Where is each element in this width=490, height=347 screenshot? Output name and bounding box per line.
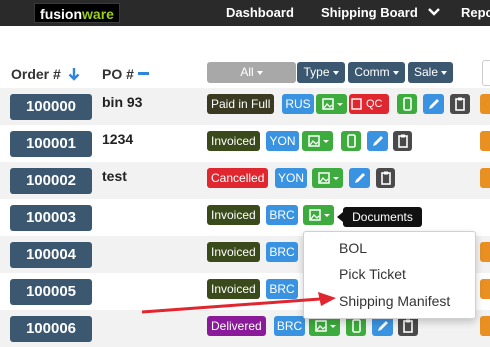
mobile-button[interactable] (397, 94, 417, 114)
clipboard-button[interactable] (398, 316, 418, 336)
order-number-badge[interactable]: 100000 (10, 94, 92, 120)
more-button[interactable] (480, 131, 490, 151)
sort-none-icon[interactable] (138, 72, 149, 75)
edit-button[interactable] (349, 168, 370, 188)
image-icon (318, 172, 339, 184)
mobile-icon (403, 97, 412, 111)
more-button[interactable] (480, 242, 490, 262)
image-icon (322, 98, 343, 110)
clipboard-button[interactable] (393, 131, 412, 151)
more-button[interactable] (480, 279, 490, 299)
order-number-badge[interactable]: 100005 (10, 279, 92, 305)
filter-all-label: All (240, 65, 254, 79)
customer-tag[interactable]: YON (275, 168, 307, 188)
menu-item-pick-ticket[interactable]: Pick Ticket (339, 266, 406, 282)
status-badge: Paid in Full (207, 94, 275, 114)
table-row: 100000 bin 93 Paid in Full RUS QC (0, 88, 490, 125)
status-badge: Cancelled (207, 168, 269, 188)
app-logo[interactable]: fusionware (34, 3, 120, 23)
documents-tooltip: Documents (343, 207, 422, 227)
qc-button[interactable]: QC (349, 94, 389, 114)
po-number: 1234 (102, 131, 134, 147)
po-number: bin 93 (102, 94, 143, 110)
top-navbar: fusionware Dashboard Shipping Board Repo (0, 0, 490, 26)
clipboard-icon (381, 171, 391, 185)
table-row: 100001 1234 Invoiced YON (0, 125, 490, 162)
caret-down-icon (441, 70, 448, 75)
clipboard-icon (455, 97, 465, 111)
customer-tag[interactable]: BRC (266, 205, 298, 225)
header-checkbox[interactable] (482, 60, 490, 86)
image-icon (309, 209, 330, 221)
clipboard-button[interactable] (450, 94, 470, 114)
pencil-icon (378, 321, 388, 331)
pencil-icon (373, 136, 383, 146)
customer-tag[interactable]: RUS (282, 94, 314, 114)
menu-item-bol[interactable]: BOL (339, 240, 367, 256)
status-badge: Invoiced (207, 205, 260, 225)
qc-label: QC (366, 98, 383, 110)
documents-button[interactable] (303, 205, 334, 225)
documents-button[interactable] (302, 131, 333, 151)
nav-dashboard[interactable]: Dashboard (226, 4, 294, 21)
caret-down-icon (332, 70, 339, 75)
mobile-button[interactable] (346, 316, 366, 336)
documents-button[interactable] (312, 168, 343, 188)
caret-down-icon (256, 70, 263, 75)
logo-text-left: fusion (40, 6, 83, 22)
filter-sale-label: Sale (413, 65, 439, 79)
filter-type-label: Type (303, 65, 330, 79)
status-badge: Invoiced (207, 242, 260, 262)
po-number: test (102, 168, 127, 184)
order-number-badge[interactable]: 100006 (10, 316, 92, 342)
mobile-icon (347, 134, 356, 148)
order-number-badge[interactable]: 100004 (10, 242, 92, 268)
filter-type-dropdown[interactable]: Type (297, 62, 345, 83)
customer-tag[interactable]: BRC (266, 242, 298, 262)
more-button[interactable] (480, 94, 490, 114)
filter-all-dropdown[interactable]: All (207, 62, 296, 83)
caret-down-icon (392, 70, 399, 75)
order-number-badge[interactable]: 100003 (10, 205, 92, 231)
logo-text-right: ware (82, 6, 114, 22)
order-number-badge[interactable]: 100001 (10, 131, 92, 157)
nav-reports[interactable]: Repo (461, 4, 490, 21)
po-column-header[interactable]: PO # (102, 66, 134, 82)
mobile-icon (352, 319, 361, 333)
pencil-icon (429, 99, 439, 109)
order-number-badge[interactable]: 100002 (10, 168, 92, 194)
order-column-header[interactable]: Order # (11, 66, 61, 82)
edit-button[interactable] (372, 316, 393, 336)
filter-comm-label: Comm (354, 65, 390, 79)
documents-button[interactable] (316, 94, 347, 114)
nav-shipping-board[interactable]: Shipping Board (321, 4, 418, 21)
mobile-button[interactable] (341, 131, 361, 151)
clipboard-icon (403, 319, 413, 333)
clipboard-icon (398, 134, 408, 148)
menu-item-shipping-manifest[interactable]: Shipping Manifest (339, 293, 450, 309)
status-badge: Invoiced (207, 131, 260, 151)
filter-sale-dropdown[interactable]: Sale (408, 62, 453, 83)
image-icon (308, 135, 329, 147)
sort-desc-icon[interactable] (68, 67, 80, 81)
customer-tag[interactable]: YON (266, 131, 299, 151)
more-button[interactable] (480, 316, 490, 336)
image-icon (351, 98, 362, 110)
annotation-arrow-icon (141, 292, 336, 314)
table-row: 100002 test Cancelled YON (0, 162, 490, 199)
pencil-icon (355, 173, 365, 183)
edit-button[interactable] (423, 94, 444, 114)
chevron-down-icon[interactable] (427, 6, 441, 18)
more-button[interactable] (480, 168, 490, 188)
filter-comm-dropdown[interactable]: Comm (348, 62, 405, 83)
clipboard-button[interactable] (376, 168, 395, 188)
edit-button[interactable] (367, 131, 388, 151)
